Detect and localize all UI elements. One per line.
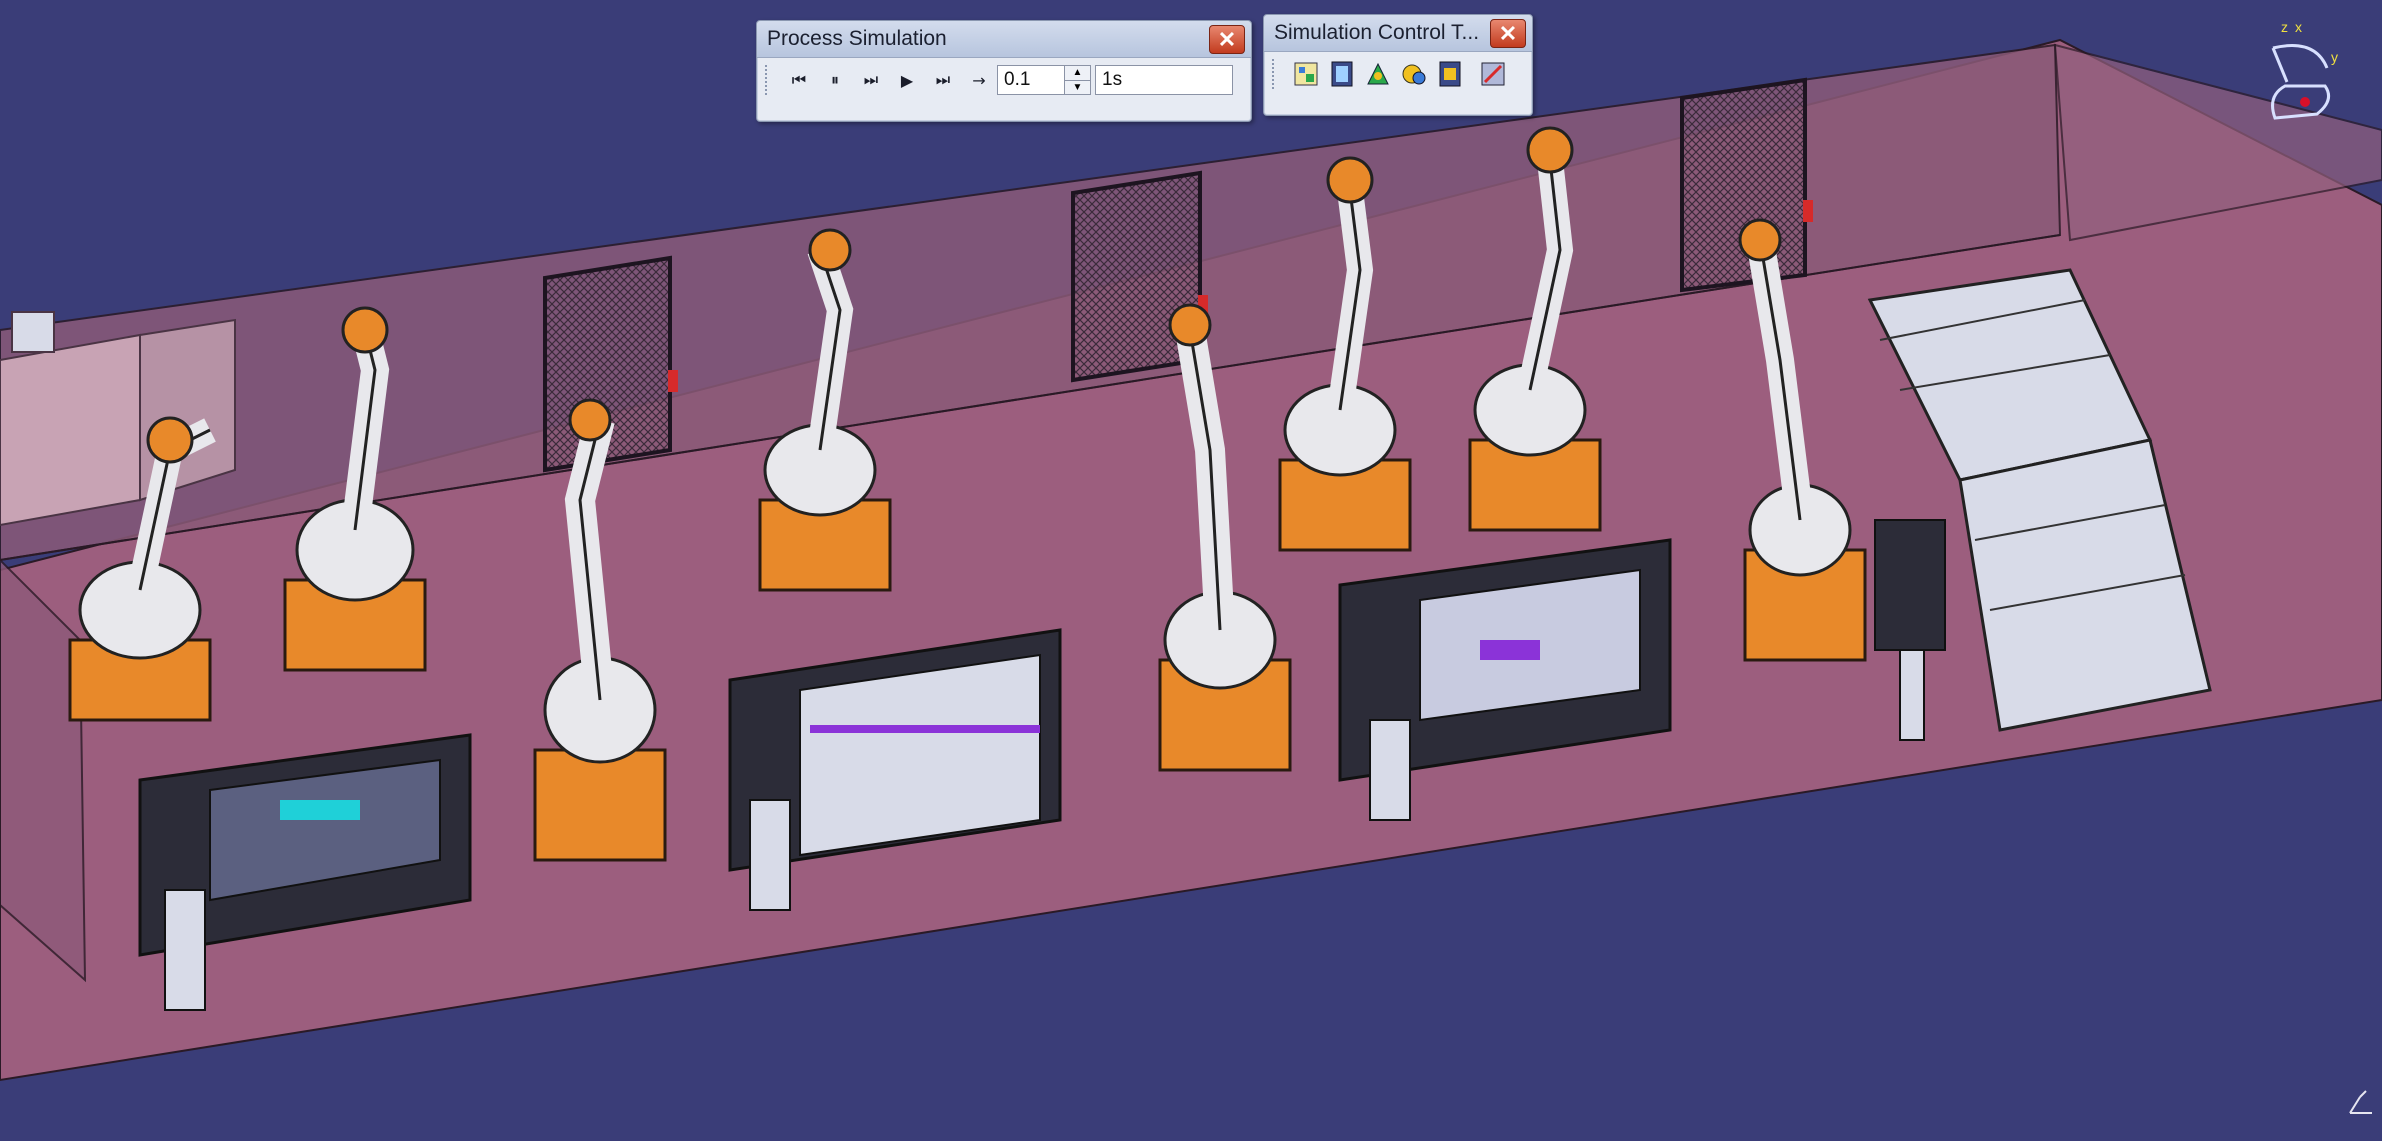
- sequence-editor-icon[interactable]: [1361, 57, 1395, 91]
- pause-icon[interactable]: ⏸: [817, 64, 853, 96]
- step-size-input[interactable]: 0.1: [997, 65, 1065, 95]
- simulation-control-titlebar[interactable]: Simulation Control T... ✕: [1264, 15, 1532, 52]
- compass-z-label: z: [2281, 19, 2288, 35]
- process-simulation-toolbar[interactable]: Process Simulation ✕ ⏮ ⏸ ⏭ ▶ ⏭ → 0.1 ▲ ▼…: [756, 20, 1252, 122]
- close-icon[interactable]: ✕: [1490, 19, 1526, 48]
- player-settings-icon[interactable]: [1476, 57, 1510, 91]
- compass-y-label: y: [2331, 49, 2338, 65]
- spinner-up-icon[interactable]: ▲: [1065, 66, 1090, 80]
- 3d-viewport[interactable]: Process Simulation ✕ ⏮ ⏸ ⏭ ▶ ⏭ → 0.1 ▲ ▼…: [0, 0, 2382, 1141]
- close-icon[interactable]: ✕: [1209, 25, 1245, 54]
- simulation-tree-icon[interactable]: [1289, 57, 1323, 91]
- simulation-control-toolbar[interactable]: Simulation Control T... ✕: [1263, 14, 1533, 116]
- compass-icon[interactable]: z x y: [2245, 18, 2345, 128]
- toolbar-grip[interactable]: [1272, 59, 1278, 89]
- step-forward-icon[interactable]: ⏭: [853, 64, 889, 96]
- axis-triad-icon: [2349, 1090, 2372, 1114]
- clash-detection-icon[interactable]: [1397, 57, 1431, 91]
- film-strip-icon[interactable]: [1325, 57, 1359, 91]
- step-mode-arrow-icon[interactable]: →: [961, 64, 997, 96]
- jump-to-end-icon[interactable]: ⏭: [925, 64, 961, 96]
- duration-input[interactable]: 1s: [1095, 65, 1233, 95]
- simulation-control-title: Simulation Control T...: [1274, 21, 1480, 44]
- simulation-control-icons: [1264, 52, 1532, 96]
- workcell-scene[interactable]: [0, 0, 2382, 1141]
- compass-x-label: x: [2295, 19, 2302, 35]
- playback-controls: ⏮ ⏸ ⏭ ▶ ⏭ → 0.1 ▲ ▼ 1s: [757, 58, 1251, 102]
- spinner-down-icon[interactable]: ▼: [1065, 79, 1090, 94]
- step-size-spinner[interactable]: ▲ ▼: [1065, 65, 1091, 95]
- record-track-icon[interactable]: [1433, 57, 1467, 91]
- toolbar-grip[interactable]: [765, 65, 771, 95]
- process-simulation-titlebar[interactable]: Process Simulation ✕: [757, 21, 1251, 58]
- jump-to-start-icon[interactable]: ⏮: [781, 64, 817, 96]
- process-simulation-title: Process Simulation: [767, 27, 947, 50]
- play-icon[interactable]: ▶: [889, 64, 925, 96]
